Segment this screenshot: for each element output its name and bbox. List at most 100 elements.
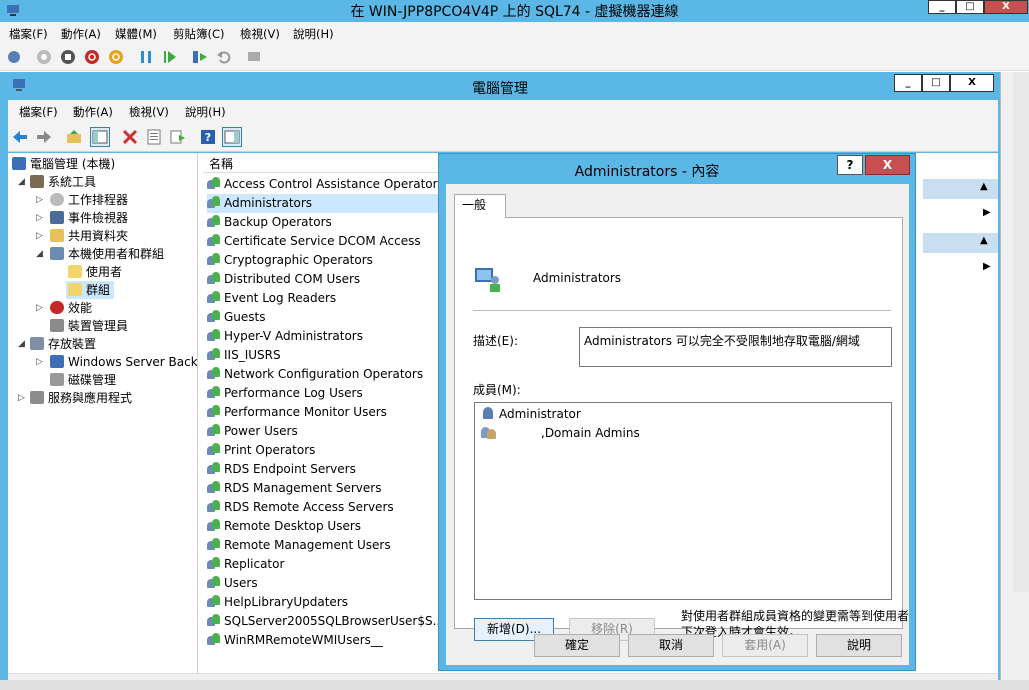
turn-off-icon[interactable] — [60, 49, 76, 65]
save-state-icon[interactable] — [108, 49, 124, 65]
export-list-icon[interactable] — [170, 129, 186, 145]
vertical-scrollbar[interactable] — [1013, 72, 1029, 592]
list-item[interactable]: Administrators — [207, 194, 443, 213]
list-item[interactable]: Distributed COM Users — [207, 270, 443, 289]
pause-icon[interactable] — [138, 49, 154, 65]
back-arrow-icon[interactable] — [12, 129, 28, 145]
list-item[interactable]: Cryptographic Operators — [207, 251, 443, 270]
tree-node-device-manager[interactable]: 裝置管理員 — [50, 317, 128, 335]
actions-section-header[interactable]: ▲ — [923, 179, 998, 199]
resume-icon[interactable] — [162, 49, 178, 65]
list-item[interactable]: Users — [207, 574, 443, 593]
list-item[interactable]: Power Users — [207, 422, 443, 441]
list-item[interactable]: Network Configuration Operators — [207, 365, 443, 384]
list-item[interactable]: WinRMRemoteWMIUsers__ — [207, 631, 443, 650]
up-folder-icon[interactable] — [66, 129, 82, 145]
list-item[interactable]: Guests — [207, 308, 443, 327]
tree-node-storage[interactable]: 存放裝置 — [30, 335, 96, 353]
cm-close-button[interactable]: X — [950, 74, 994, 92]
description-field[interactable]: Administrators 可以完全不受限制地存取電腦/網域 — [579, 327, 892, 367]
vm-minimize-button[interactable]: _ — [928, 0, 956, 14]
tree-node-services-applications[interactable]: 服務與應用程式 — [30, 389, 132, 407]
properties-icon[interactable] — [146, 129, 162, 145]
list-item[interactable]: RDS Management Servers — [207, 479, 443, 498]
forward-arrow-icon[interactable] — [36, 129, 52, 145]
vm-menu-action[interactable]: 動作(A) — [61, 26, 101, 42]
cm-minimize-button[interactable]: _ — [894, 74, 922, 92]
cm-menu-action[interactable]: 動作(A) — [73, 104, 113, 120]
expand-arrow-icon[interactable]: ▷ — [36, 299, 43, 317]
expand-arrow-icon[interactable]: ▷ — [36, 209, 43, 227]
more-actions-arrow-icon[interactable]: ▶ — [983, 207, 991, 218]
tree-node-shared-folders[interactable]: 共用資料夾 — [50, 227, 128, 245]
ok-button[interactable]: 確定 — [534, 634, 620, 657]
enhanced-session-icon[interactable] — [246, 49, 262, 65]
list-item[interactable]: Hyper-V Administrators — [207, 327, 443, 346]
list-item[interactable]: Certificate Service DCOM Access — [207, 232, 443, 251]
list-item[interactable]: RDS Endpoint Servers — [207, 460, 443, 479]
list-item[interactable]: Performance Log Users — [207, 384, 443, 403]
list-item[interactable]: HelpLibraryUpdaters — [207, 593, 443, 612]
list-item[interactable]: Replicator — [207, 555, 443, 574]
collapse-up-icon[interactable]: ▲ — [980, 181, 988, 192]
vm-menu-clipboard[interactable]: 剪貼簿(C) — [173, 26, 225, 42]
apply-button[interactable]: 套用(A) — [722, 634, 808, 657]
vm-menu-help[interactable]: 說明(H) — [293, 26, 334, 42]
tree-node-event-viewer[interactable]: 事件檢視器 — [50, 209, 128, 227]
expand-arrow-icon[interactable]: ▷ — [36, 353, 43, 371]
list-item[interactable]: Remote Desktop Users — [207, 517, 443, 536]
bottom-scrollbar[interactable] — [0, 680, 1029, 690]
cancel-button[interactable]: 取消 — [628, 634, 714, 657]
list-item[interactable]: Event Log Readers — [207, 289, 443, 308]
shutdown-icon[interactable] — [84, 49, 100, 65]
expand-arrow-icon[interactable]: ▷ — [18, 389, 25, 407]
dialog-help-button[interactable]: ? — [837, 155, 863, 175]
expand-arrow-icon[interactable]: ▷ — [36, 227, 43, 245]
list-item[interactable]: Access Control Assistance Operators — [207, 175, 443, 194]
cm-maximize-button[interactable]: □ — [922, 74, 950, 92]
delete-icon[interactable] — [122, 129, 138, 145]
expand-arrow-icon[interactable]: ▷ — [36, 191, 43, 209]
collapse-arrow-icon[interactable]: ◢ — [18, 335, 25, 353]
tree-node-windows-server-backup[interactable]: Windows Server Backu — [50, 353, 197, 371]
list-item[interactable]: Print Operators — [207, 441, 443, 460]
collapse-arrow-icon[interactable]: ◢ — [18, 173, 25, 191]
collapse-up-icon[interactable]: ▲ — [980, 235, 988, 246]
list-item[interactable]: Performance Monitor Users — [207, 403, 443, 422]
vm-close-button[interactable]: X — [984, 0, 1028, 14]
list-item[interactable]: Backup Operators — [207, 213, 443, 232]
tree-node-disk-management[interactable]: 磁碟管理 — [50, 371, 116, 389]
tree-node-users[interactable]: 使用者 — [68, 263, 122, 281]
member-item[interactable]: Administrator — [481, 405, 581, 424]
vm-menu-file[interactable]: 檔案(F) — [9, 26, 48, 42]
show-hide-action-pane-icon[interactable] — [222, 127, 242, 147]
more-actions-arrow-icon[interactable]: ▶ — [983, 261, 991, 272]
list-item[interactable]: SQLServer2005SQLBrowserUser$S... — [207, 612, 443, 631]
revert-icon[interactable] — [216, 49, 232, 65]
ctrl-alt-del-icon[interactable] — [6, 49, 22, 65]
start-icon[interactable] — [36, 49, 52, 65]
checkpoint-icon[interactable] — [192, 49, 208, 65]
vm-menu-media[interactable]: 媒體(M) — [115, 26, 157, 42]
cm-menu-view[interactable]: 檢視(V) — [129, 104, 169, 120]
cm-menu-file[interactable]: 檔案(F) — [19, 104, 58, 120]
tree-node-system-tools[interactable]: 系統工具 — [30, 173, 96, 191]
vm-maximize-button[interactable]: □ — [956, 0, 984, 14]
help-button[interactable]: 說明 — [816, 634, 902, 657]
member-item[interactable]: ,Domain Admins — [481, 424, 640, 443]
tree-node-local-users-groups[interactable]: 本機使用者和群組 — [50, 245, 164, 263]
actions-section-header[interactable]: ▲ — [923, 233, 998, 253]
collapse-arrow-icon[interactable]: ◢ — [36, 245, 43, 263]
vm-menu-view[interactable]: 檢視(V) — [240, 26, 280, 42]
tree-node-task-scheduler[interactable]: 工作排程器 — [50, 191, 128, 209]
tree-node-performance[interactable]: 效能 — [50, 299, 92, 317]
cm-menu-help[interactable]: 說明(H) — [185, 104, 226, 120]
tree-node-computer-management[interactable]: 電腦管理 (本機) — [12, 155, 115, 173]
members-list[interactable]: Administrator ,Domain Admins — [474, 402, 892, 600]
list-item[interactable]: Remote Management Users — [207, 536, 443, 555]
tree-node-groups[interactable]: 群組 — [66, 281, 115, 299]
show-hide-tree-icon[interactable] — [90, 127, 110, 147]
list-item[interactable]: IIS_IUSRS — [207, 346, 443, 365]
dialog-close-button[interactable]: X — [865, 155, 910, 175]
column-header-name[interactable]: 名稱 — [203, 155, 443, 173]
